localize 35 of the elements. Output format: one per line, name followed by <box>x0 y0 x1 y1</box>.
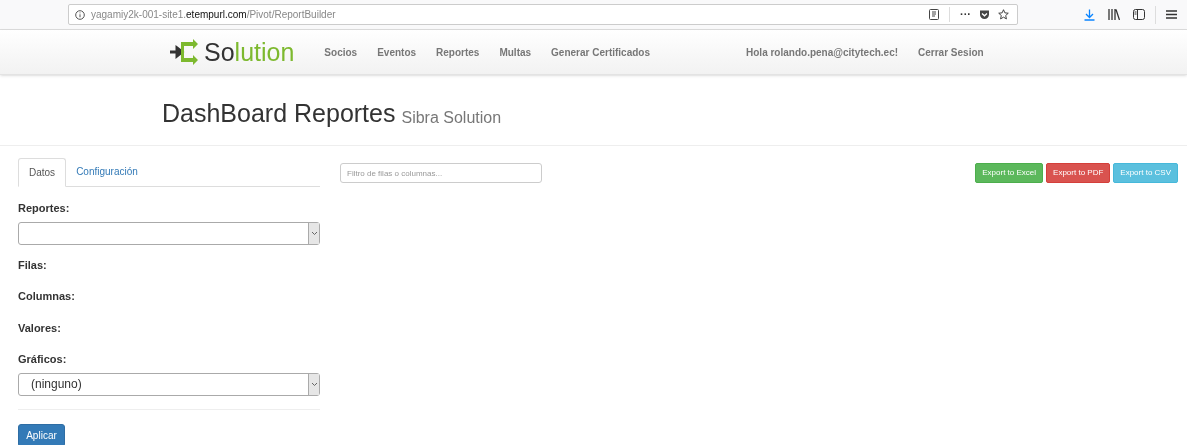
nav-link[interactable]: Socios <box>324 44 358 60</box>
field-label: Reportes: <box>18 201 71 216</box>
field-label: Columnas: <box>18 289 76 304</box>
reader-view-icon[interactable] <box>929 9 939 20</box>
greeting-link[interactable]: Hola rolando.pena@citytech.ec! <box>746 44 899 60</box>
logo-text: Solution <box>204 39 295 65</box>
page-actions-button[interactable]: ··· <box>960 9 971 20</box>
nav-link[interactable]: Generar Certificados <box>551 44 651 60</box>
graficos-select[interactable]: (ninguno) <box>18 372 320 396</box>
tab[interactable]: Configuración <box>66 157 148 186</box>
download-icon[interactable] <box>1084 8 1095 21</box>
star-icon[interactable] <box>998 9 1009 20</box>
page-title: DashBoard Reportes <box>162 101 396 126</box>
logout-link[interactable]: Cerrar Sesion <box>918 44 984 60</box>
tab[interactable]: Datos <box>18 158 67 187</box>
filter-field[interactable]: Filtro de filas o columnas... <box>341 164 541 182</box>
page-subtitle: Sibra Solution <box>401 110 502 126</box>
export-button[interactable]: Export to Excel <box>975 163 1044 183</box>
nav-link[interactable]: Reportes <box>436 44 480 60</box>
field-label: Valores: <box>18 320 62 336</box>
sidebar-icon[interactable] <box>1133 9 1145 20</box>
export-button[interactable]: Export to PDF <box>1046 163 1111 183</box>
menu-icon[interactable] <box>1166 10 1177 19</box>
logo[interactable]: Solution <box>170 38 295 66</box>
url-text: yagamiy2k-001-site1.etempurl.com/Pivot/ReportBuilder <box>91 8 336 22</box>
nav-link[interactable]: Multas <box>499 44 532 60</box>
pocket-icon[interactable] <box>979 9 990 20</box>
field-label: Filas: <box>18 257 48 273</box>
address-bar[interactable]: yagamiy2k-001-site1.etempurl.com/Pivot/ReportBuilder ··· <box>68 4 1018 25</box>
info-icon[interactable] <box>75 9 85 20</box>
nav-link[interactable]: Eventos <box>377 44 417 60</box>
arrows-icon <box>170 38 198 66</box>
field-label: Gráficos: <box>18 352 68 367</box>
library-icon[interactable] <box>1108 9 1120 20</box>
apply-button[interactable]: Aplicar <box>18 423 65 445</box>
